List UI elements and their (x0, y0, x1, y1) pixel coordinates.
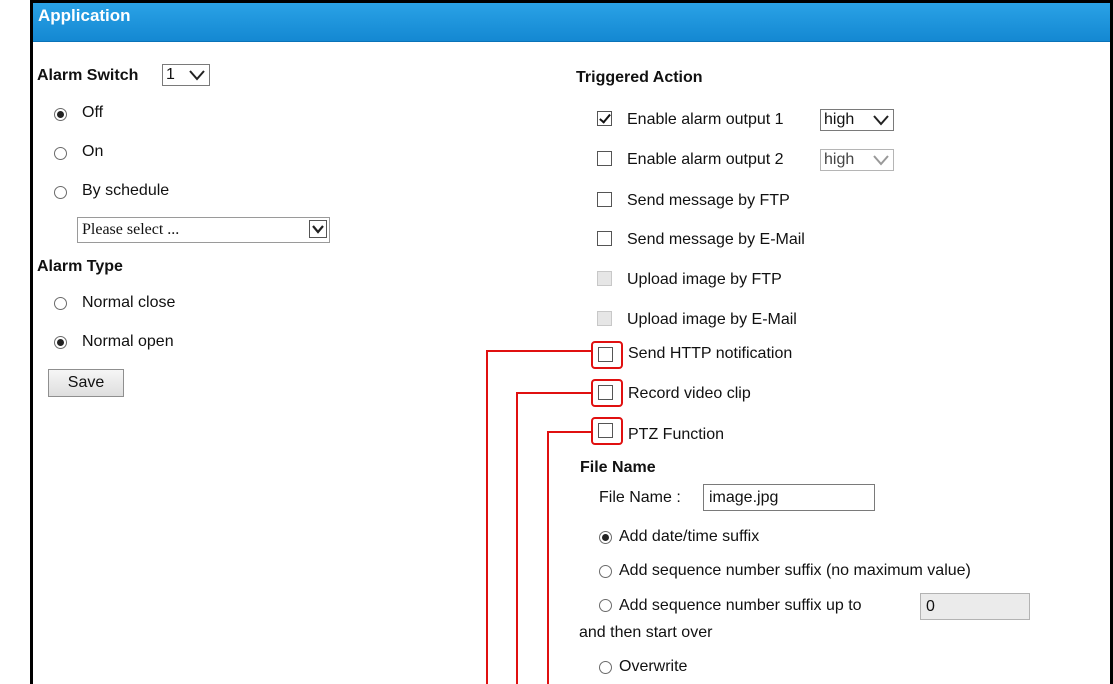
send-http-notification-checkbox[interactable] (598, 347, 613, 362)
upload-image-email-checkbox[interactable] (597, 311, 612, 326)
connector-line (547, 431, 549, 684)
radio-off[interactable] (54, 108, 67, 121)
radio-normal-close[interactable] (54, 297, 67, 310)
upload-image-email-label: Upload image by E-Mail (627, 311, 797, 328)
ptz-function-label: PTZ Function (628, 426, 725, 443)
connector-line (516, 392, 518, 684)
record-video-clip-checkbox[interactable] (598, 385, 613, 400)
radio-sequence-no-max[interactable] (599, 565, 612, 578)
alarm-switch-label: Alarm Switch (37, 67, 139, 84)
radio-date-time-suffix[interactable] (599, 531, 612, 544)
file-name-input[interactable]: image.jpg (703, 484, 875, 511)
enable-alarm-output-2-label: Enable alarm output 2 (627, 151, 784, 168)
radio-overwrite[interactable] (599, 661, 612, 674)
file-name-label: File Name : (599, 489, 681, 506)
radio-overwrite-label: Overwrite (619, 658, 688, 675)
window-frame (30, 0, 1113, 684)
chevron-down-icon (872, 151, 890, 175)
alarm-type-label: Alarm Type (37, 258, 123, 275)
record-video-clip-label: Record video clip (628, 385, 751, 402)
alarm-output-1-level-value: high (824, 111, 855, 128)
start-over-text: and then start over (579, 624, 713, 641)
alarm-output-2-level-select[interactable]: high (820, 149, 894, 171)
window-title: Application (38, 6, 131, 25)
radio-on[interactable] (54, 147, 67, 160)
radio-sequence-up-to[interactable] (599, 599, 612, 612)
radio-by-schedule-label: By schedule (82, 182, 170, 199)
radio-sequence-up-to-label: Add sequence number suffix up to (619, 597, 862, 614)
chevron-down-icon (872, 111, 890, 135)
radio-off-label: Off (82, 104, 104, 121)
radio-date-time-suffix-label: Add date/time suffix (619, 528, 760, 545)
dropdown-arrow-icon (309, 220, 327, 238)
file-name-section-label: File Name (580, 459, 656, 476)
enable-alarm-output-1-label: Enable alarm output 1 (627, 111, 784, 128)
chevron-down-icon (188, 66, 206, 90)
sequence-max-input[interactable]: 0 (920, 593, 1030, 620)
enable-alarm-output-2-checkbox[interactable] (597, 151, 612, 166)
connector-line (486, 350, 592, 352)
send-email-message-checkbox[interactable] (597, 231, 612, 246)
connector-line (547, 431, 592, 433)
ptz-function-checkbox[interactable] (598, 423, 613, 438)
send-ftp-message-checkbox[interactable] (597, 192, 612, 207)
upload-image-ftp-label: Upload image by FTP (627, 271, 782, 288)
radio-by-schedule[interactable] (54, 186, 67, 199)
enable-alarm-output-1-checkbox[interactable] (597, 111, 612, 126)
send-ftp-message-label: Send message by FTP (627, 192, 790, 209)
radio-normal-open[interactable] (54, 336, 67, 349)
radio-on-label: On (82, 143, 104, 160)
save-button[interactable]: Save (48, 369, 124, 397)
upload-image-ftp-checkbox[interactable] (597, 271, 612, 286)
alarm-switch-select[interactable]: 1 (162, 64, 210, 86)
radio-normal-open-label: Normal open (82, 333, 174, 350)
radio-normal-close-label: Normal close (82, 294, 176, 311)
title-bar: Application (33, 3, 1110, 42)
connector-line (516, 392, 592, 394)
send-http-notification-label: Send HTTP notification (628, 345, 793, 362)
alarm-output-2-level-value: high (824, 151, 855, 168)
alarm-switch-value: 1 (166, 66, 175, 83)
connector-line (486, 350, 488, 684)
radio-sequence-no-max-label: Add sequence number suffix (no maximum v… (619, 562, 971, 579)
schedule-select[interactable]: Please select ... (77, 217, 330, 243)
schedule-select-value: Please select ... (82, 221, 180, 238)
send-email-message-label: Send message by E-Mail (627, 231, 805, 248)
alarm-output-1-level-select[interactable]: high (820, 109, 894, 131)
triggered-action-label: Triggered Action (576, 69, 703, 86)
